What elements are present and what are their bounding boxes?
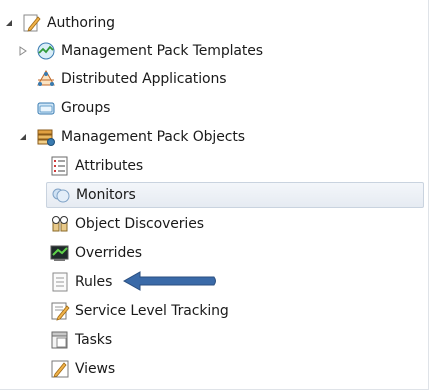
tree-node-attributes[interactable]: Attributes <box>50 153 143 179</box>
distributed-app-icon <box>36 69 56 89</box>
rules-icon <box>50 272 70 292</box>
monitors-icon <box>51 185 71 205</box>
tree-node-tasks[interactable]: Tasks <box>50 327 112 353</box>
tree-node-management-pack-objects[interactable]: Management Pack Objects <box>18 124 245 150</box>
tree-node-views[interactable]: Views <box>50 356 115 382</box>
tree-node-monitors[interactable]: Monitors <box>46 182 424 208</box>
tree-node-label: Object Discoveries <box>75 216 204 232</box>
template-gauge-icon <box>36 41 56 61</box>
tree-node-overrides[interactable]: Overrides <box>50 240 142 266</box>
service-level-icon <box>50 301 70 321</box>
mp-objects-icon <box>36 127 56 147</box>
tree-node-groups[interactable]: Groups <box>36 95 110 121</box>
tree-node-label: Management Pack Objects <box>61 129 245 145</box>
tree-node-label: Monitors <box>76 187 136 203</box>
overrides-icon <box>50 243 70 263</box>
groups-icon <box>36 98 56 118</box>
collapse-triangle-icon[interactable] <box>18 132 28 142</box>
tree-node-label: Distributed Applications <box>61 71 227 87</box>
tree-node-authoring[interactable]: Authoring <box>4 10 115 36</box>
pencil-page-icon <box>22 13 42 33</box>
expand-triangle-icon[interactable] <box>18 46 28 56</box>
tree-node-label: Tasks <box>75 332 113 348</box>
annotation-arrow-icon <box>122 270 218 292</box>
views-icon <box>50 359 70 379</box>
tree-node-label: Service Level Tracking <box>75 303 229 319</box>
tree-node-label: Rules <box>75 274 113 290</box>
tasks-icon <box>50 330 70 350</box>
tree-node-management-pack-templates[interactable]: Management Pack Templates <box>18 38 263 64</box>
tree-node-rules[interactable]: Rules <box>50 269 112 295</box>
tree-node-label: Views <box>75 361 116 377</box>
tree-node-object-discoveries[interactable]: Object Discoveries <box>50 211 204 237</box>
attributes-list-icon <box>50 156 70 176</box>
tree-node-label: Groups <box>61 100 111 116</box>
tree-node-label: Overrides <box>75 245 142 261</box>
tree-node-label: Authoring <box>47 15 115 31</box>
collapse-triangle-icon[interactable] <box>4 18 14 28</box>
object-discoveries-icon <box>50 214 70 234</box>
authoring-tree-panel: Authoring Management Pack Templates Dist… <box>0 0 429 390</box>
tree-node-distributed-applications[interactable]: Distributed Applications <box>36 66 227 92</box>
tree-node-label: Management Pack Templates <box>61 43 263 59</box>
tree-node-service-level-tracking[interactable]: Service Level Tracking <box>50 298 229 324</box>
tree-node-label: Attributes <box>75 158 144 174</box>
